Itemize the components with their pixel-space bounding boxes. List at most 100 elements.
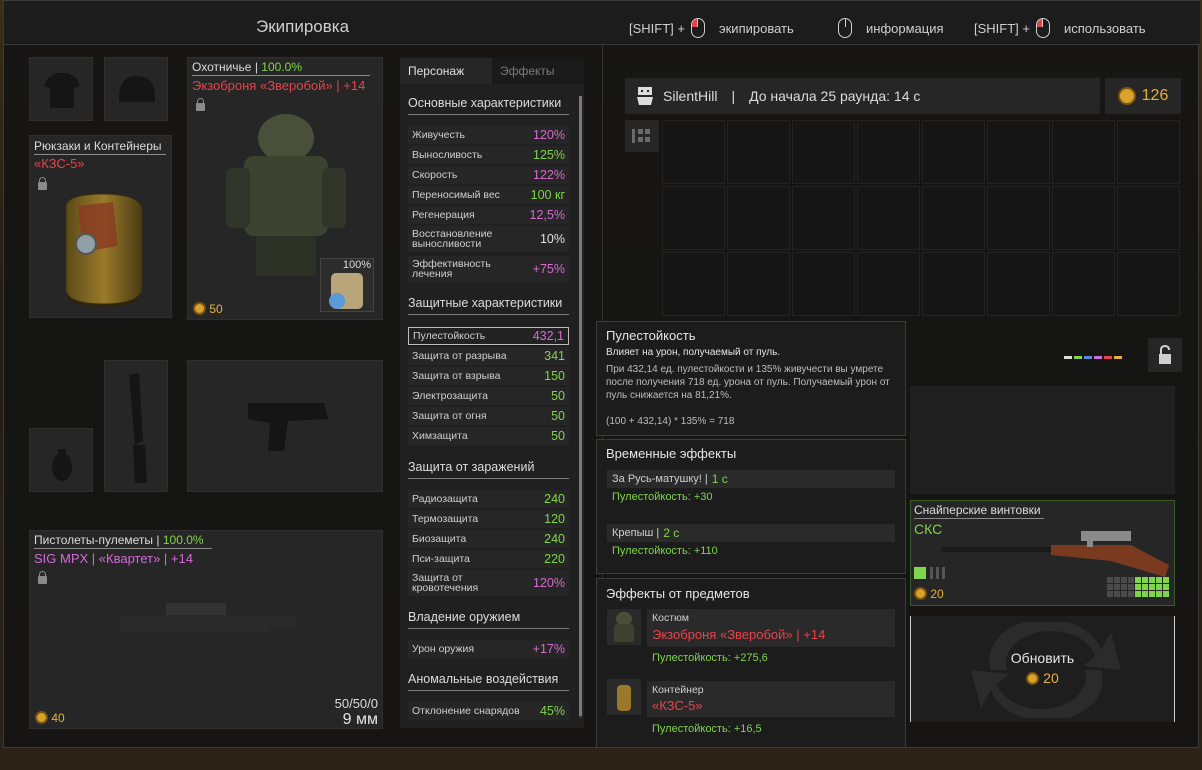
- stat-pip: [1107, 591, 1113, 597]
- armor-durability: 100.0%: [261, 60, 302, 74]
- player-money: 126: [1105, 78, 1181, 114]
- stat-pip: [1114, 584, 1120, 590]
- inventory-grid[interactable]: [662, 120, 1185, 330]
- slot-primary-weapon[interactable]: Пистолеты-пулеметы | 100.0% SIG MPX | «К…: [29, 530, 383, 729]
- mouse-left-icon: [690, 18, 705, 38]
- pistol-icon: [248, 403, 328, 451]
- stat-pip: [1156, 584, 1162, 590]
- stat-row: Восстановление выносливости 10%: [408, 226, 569, 252]
- coin-icon: [35, 711, 48, 724]
- slot-grenade[interactable]: [29, 428, 93, 492]
- stat-row: Урон оружия +17%: [408, 640, 569, 658]
- sks-rifle-image: [941, 531, 1169, 577]
- inventory-cell[interactable]: [987, 120, 1050, 184]
- stat-row: Защита от разрыва 341: [408, 347, 569, 365]
- shirt-icon: [44, 73, 80, 108]
- armor-name: Экзоброня «Зверобой» | +14: [192, 78, 366, 93]
- inventory-cell[interactable]: [922, 120, 985, 184]
- refresh-button[interactable]: Обновить 20: [910, 616, 1175, 722]
- stats-tabs: Персонаж Эффекты: [400, 58, 584, 84]
- stat-pip: [1149, 591, 1155, 597]
- temp-effects-panel: Временные эффекты За Русь-матушку! | 1 с…: [596, 439, 906, 574]
- inventory-cell[interactable]: [857, 252, 920, 316]
- hint-use: [SHIFT] + использовать: [974, 18, 1146, 38]
- caliber: 9 мм: [342, 711, 378, 728]
- stat-pip: [1135, 577, 1141, 583]
- slot-helmet[interactable]: [104, 57, 168, 121]
- slot-backpack[interactable]: Рюкзаки и Контейнеры «КЗС-5»: [29, 135, 172, 318]
- inventory-cell[interactable]: [857, 186, 920, 250]
- inventory-cell[interactable]: [792, 120, 855, 184]
- tooltip-bullet-resistance: Пулестойкость Влияет на урон, получаемый…: [596, 321, 906, 436]
- stat-pip: [1149, 577, 1155, 583]
- stat-row-selected[interactable]: Пулестойкость 432,1: [408, 327, 569, 345]
- grid-sort-icon: [632, 129, 650, 143]
- effect-row: Крепыш | 2 с: [607, 524, 895, 542]
- armor-thumb: [607, 609, 641, 645]
- round-timer: До начала 25 раунда: 14 с: [749, 88, 921, 104]
- stat-pip: [1128, 577, 1134, 583]
- inventory-cell[interactable]: [987, 252, 1050, 316]
- stat-pip: [1114, 577, 1120, 583]
- effect-row: За Русь-матушку! | 1 с: [607, 470, 895, 488]
- slot-shirt[interactable]: [29, 57, 93, 121]
- section-protect: Защитные характеристики: [408, 296, 569, 315]
- stat-pip: [1156, 591, 1162, 597]
- inventory-cell[interactable]: [1117, 252, 1180, 316]
- coin-icon: [914, 587, 927, 600]
- stat-pip: [1156, 577, 1162, 583]
- inventory-cell[interactable]: [662, 252, 725, 316]
- slot-armor[interactable]: Охотничье | 100.0% Экзоброня «Зверобой» …: [187, 57, 383, 320]
- section-anomaly: Аномальные воздействия: [408, 672, 569, 691]
- stat-row: Пси-защита 220: [408, 550, 569, 568]
- mouse-left-icon: [1035, 18, 1050, 38]
- sort-button[interactable]: [625, 120, 659, 152]
- stat-pip: [1121, 591, 1127, 597]
- stat-pip: [1149, 584, 1155, 590]
- inventory-cell[interactable]: [727, 186, 790, 250]
- stat-pip: [1107, 584, 1113, 590]
- player-avatar-icon: [637, 87, 653, 105]
- inventory-cell[interactable]: [857, 120, 920, 184]
- helmet-icon: [119, 76, 155, 102]
- section-infection: Защита от заражений: [408, 460, 569, 479]
- inventory-cell[interactable]: [922, 252, 985, 316]
- slot-knife[interactable]: [104, 360, 168, 492]
- stat-pip: [1107, 577, 1113, 583]
- inventory-cell[interactable]: [1052, 120, 1115, 184]
- stat-row: Скорость 122%: [408, 166, 569, 184]
- tab-character[interactable]: Персонаж: [400, 58, 492, 84]
- inventory-cell[interactable]: [1117, 120, 1180, 184]
- inventory-cell[interactable]: [922, 186, 985, 250]
- armor-plate-slot[interactable]: 100%: [320, 258, 374, 312]
- section-main: Основные характеристики: [408, 96, 569, 115]
- tab-effects[interactable]: Эффекты: [492, 58, 584, 84]
- stats-scrollbar[interactable]: [579, 96, 582, 718]
- inventory-cell[interactable]: [662, 186, 725, 250]
- stat-row: Живучесть 120%: [408, 126, 569, 144]
- inventory-cell[interactable]: [662, 120, 725, 184]
- weapon-class-icon: [914, 567, 945, 579]
- lock-icon: [196, 98, 205, 111]
- shop-item-sks[interactable]: Снайперские винтовки СКС 20: [910, 500, 1175, 606]
- inventory-cell[interactable]: [792, 252, 855, 316]
- slot-pistol[interactable]: [187, 360, 383, 492]
- shop-slot-empty[interactable]: [910, 386, 1175, 494]
- inventory-cell[interactable]: [1052, 252, 1115, 316]
- hint-info: информация: [838, 18, 944, 38]
- inventory-cell[interactable]: [727, 120, 790, 184]
- coin-icon: [1117, 87, 1136, 105]
- container-thumb: [607, 679, 641, 715]
- sks-name: СКС: [914, 521, 943, 537]
- inventory-cell[interactable]: [1052, 186, 1115, 250]
- stat-pip: [1135, 591, 1141, 597]
- unlock-button[interactable]: [1148, 338, 1182, 372]
- inventory-cell[interactable]: [987, 186, 1050, 250]
- container-thumb-icon: [617, 685, 631, 711]
- inventory-cell[interactable]: [1117, 186, 1180, 250]
- player-name: SilentHill: [663, 88, 718, 104]
- inventory-cell[interactable]: [727, 252, 790, 316]
- inventory-cell[interactable]: [792, 186, 855, 250]
- stat-row: Отклонение снарядов 45%: [408, 702, 569, 720]
- item-stat-grid: [1107, 577, 1171, 599]
